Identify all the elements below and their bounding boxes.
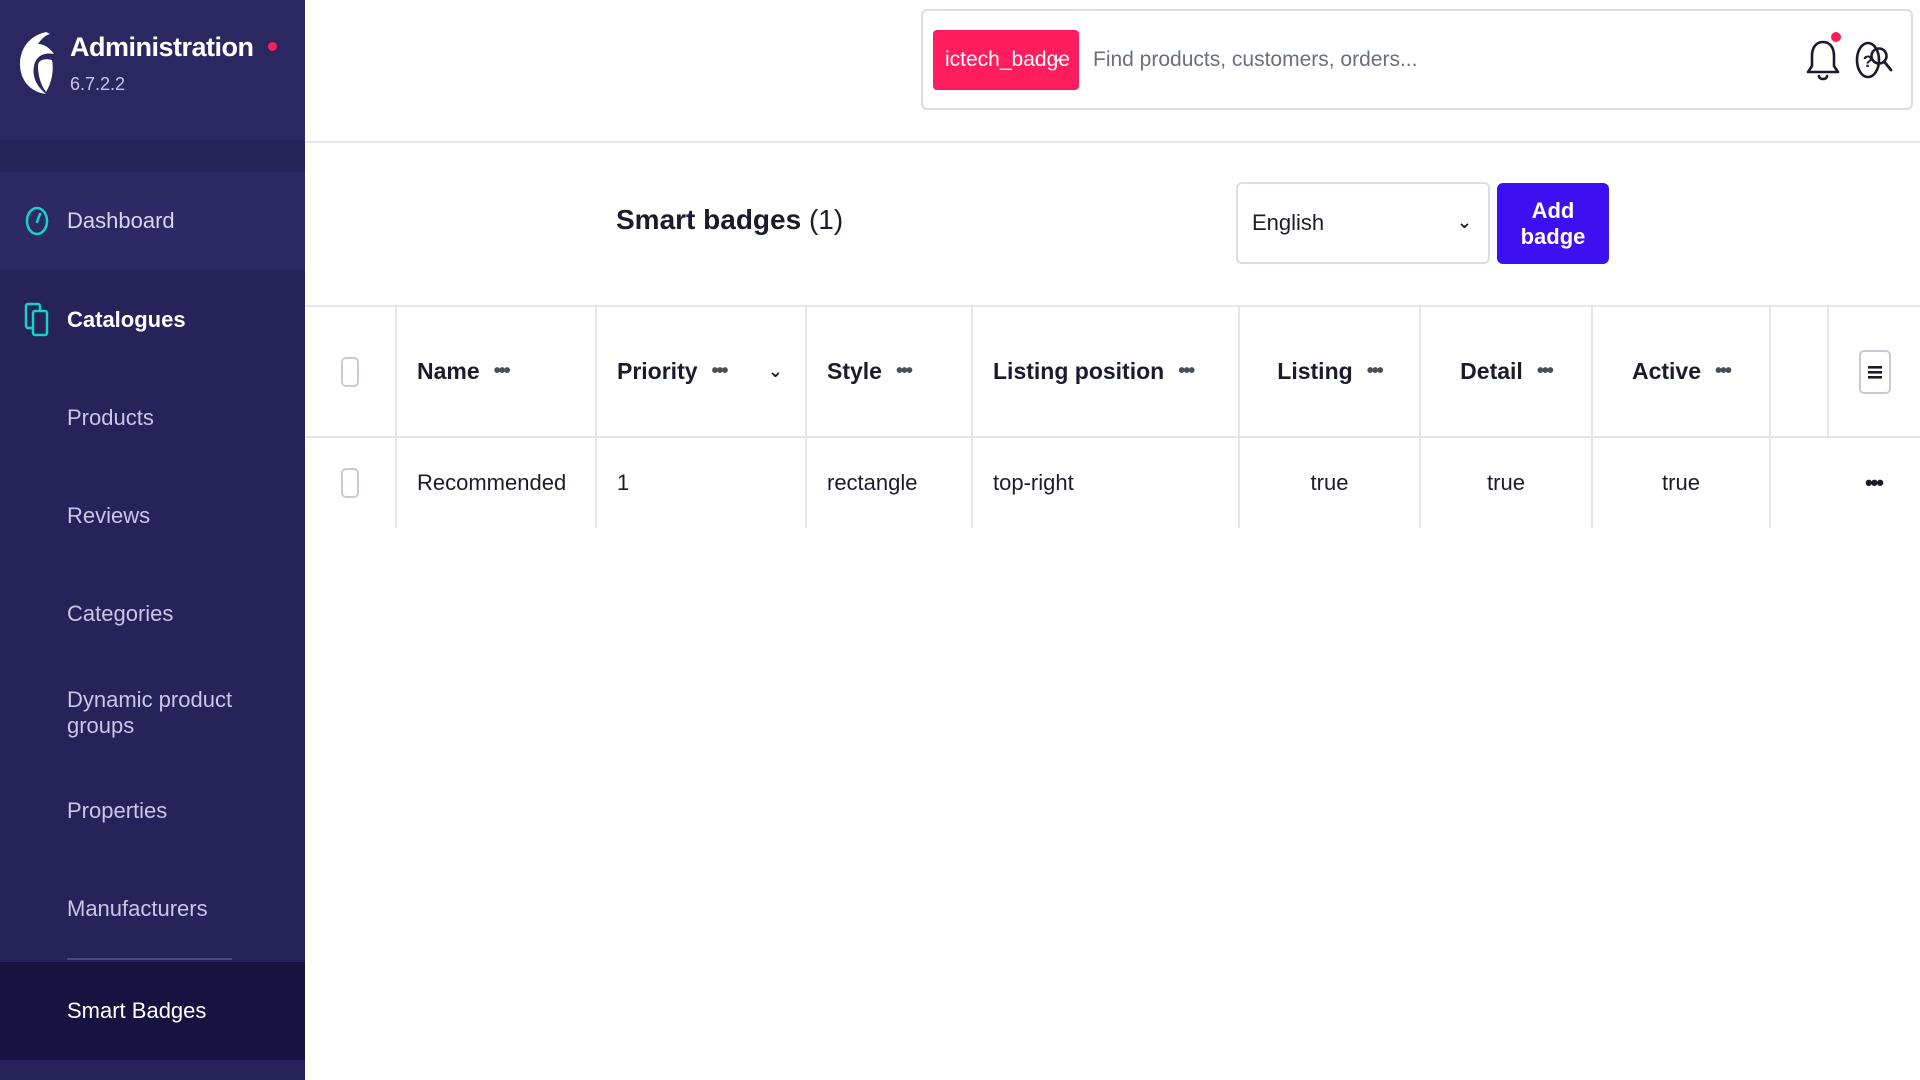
- column-header-listing[interactable]: Listing •••: [1238, 307, 1419, 436]
- search-input[interactable]: [1093, 31, 1853, 89]
- sidebar-item-label: Manufacturers: [67, 896, 208, 921]
- sidebar-item-dynamic-product-groups[interactable]: Dynamic product groups: [0, 664, 305, 762]
- sidebar-item-label: Categories: [67, 601, 174, 626]
- column-options-icon[interactable]: •••: [1367, 360, 1384, 383]
- sidebar-item-catalogues[interactable]: Catalogues: [0, 271, 305, 369]
- sidebar-item-label: Reviews: [67, 503, 151, 528]
- app-version: 6.7.2.2: [70, 74, 126, 94]
- sidebar-item-categories[interactable]: Categories: [0, 565, 305, 663]
- column-header-priority[interactable]: Priority ••• ⌄: [595, 307, 805, 436]
- language-select-value: English: [1252, 210, 1325, 235]
- cell-active: true: [1591, 438, 1769, 528]
- table-header: Name ••• Priority ••• ⌄ Style ••• Listin…: [305, 305, 1920, 438]
- app-title: Administration: [70, 32, 254, 62]
- column-header-label: Style: [827, 358, 882, 384]
- chevron-down-icon: ⌄: [1050, 49, 1063, 66]
- catalogue-icon: [22, 302, 52, 337]
- global-search: ictech_badge ⌄: [921, 9, 1913, 110]
- cell-priority: 1: [595, 438, 805, 528]
- cell-listing-position: top-right: [971, 438, 1238, 528]
- column-header-listing-position[interactable]: Listing position •••: [971, 307, 1238, 436]
- sidebar-divider: [67, 958, 232, 960]
- cell-value: true: [1487, 470, 1525, 495]
- status-dot: [268, 42, 277, 51]
- sidebar-item-label: Dashboard: [67, 208, 175, 233]
- sidebar: Administration 6.7.2.2 Dashboard Catalog…: [0, 0, 305, 1080]
- cell-value[interactable]: Recommended: [417, 470, 566, 496]
- column-header-label: Name: [417, 358, 480, 384]
- sidebar-header: Administration 6.7.2.2: [0, 0, 305, 140]
- row-select-cell: [305, 438, 395, 528]
- shopware-logo-icon: [20, 32, 54, 94]
- sidebar-item-label: Dynamic product groups: [67, 687, 233, 738]
- spacer-cell: [1769, 307, 1827, 436]
- page-title: Smart badges (1): [616, 204, 843, 236]
- column-options-icon[interactable]: •••: [896, 360, 913, 383]
- column-options-icon[interactable]: •••: [494, 360, 511, 383]
- cell-value: 1: [617, 470, 630, 495]
- notification-badge: [1831, 32, 1841, 42]
- column-header-style[interactable]: Style •••: [805, 307, 971, 436]
- sidebar-item-label: Smart Badges: [67, 998, 207, 1023]
- cell-style: rectangle: [805, 438, 971, 528]
- select-all-cell: [305, 307, 395, 436]
- column-header-label: Detail: [1460, 358, 1523, 384]
- language-select[interactable]: English ⌄: [1236, 182, 1490, 264]
- sort-descending-icon[interactable]: ⌄: [768, 361, 783, 382]
- column-header-label: Listing: [1277, 358, 1353, 384]
- top-bar: ictech_badge ⌄ ?: [305, 0, 1920, 143]
- help-icon[interactable]: ?: [1854, 40, 1882, 80]
- column-header-label: Active: [1631, 358, 1702, 384]
- column-header-label: Listing position: [993, 358, 1165, 384]
- gauge-icon: [22, 204, 52, 238]
- column-options-icon[interactable]: •••: [712, 360, 729, 383]
- sidebar-item-products[interactable]: Products: [0, 369, 305, 467]
- sidebar-item-reviews[interactable]: Reviews: [0, 467, 305, 565]
- sidebar-item-label: Catalogues: [67, 307, 186, 332]
- column-options-icon[interactable]: •••: [1537, 360, 1554, 383]
- sidebar-item-label: Products: [67, 405, 154, 430]
- table-row[interactable]: Recommended 1 rectangle top-right true t…: [305, 438, 1920, 528]
- sidebar-item-smart-badges[interactable]: Smart Badges: [0, 962, 305, 1060]
- menu-lines-icon: [1867, 365, 1882, 379]
- cell-detail: true: [1419, 438, 1591, 528]
- cell-name[interactable]: Recommended: [395, 438, 595, 528]
- sidebar-item-properties[interactable]: Properties: [0, 762, 305, 860]
- column-header-label: Priority: [617, 358, 698, 384]
- column-options-icon[interactable]: •••: [1178, 360, 1195, 383]
- column-settings-cell: [1827, 307, 1920, 436]
- row-actions-icon[interactable]: •••: [1865, 470, 1884, 496]
- column-header-active[interactable]: Active •••: [1591, 307, 1769, 436]
- column-options-icon[interactable]: •••: [1715, 360, 1732, 383]
- select-all-checkbox[interactable]: [341, 356, 359, 387]
- bell-icon[interactable]: [1805, 36, 1841, 84]
- page-title-count: (1): [808, 204, 844, 235]
- column-settings-button[interactable]: [1858, 349, 1891, 394]
- page-title-text: Smart badges: [616, 204, 802, 235]
- svg-text:?: ?: [1863, 52, 1873, 71]
- add-badge-button[interactable]: Add badge: [1497, 183, 1609, 264]
- chevron-down-icon: ⌄: [1456, 212, 1472, 232]
- row-checkbox[interactable]: [341, 468, 359, 498]
- sidebar-item-dashboard[interactable]: Dashboard: [0, 172, 305, 270]
- cell-value: true: [1662, 470, 1700, 495]
- search-type-select[interactable]: ictech_badge ⌄: [933, 30, 1079, 90]
- cell-value: rectangle: [827, 470, 918, 495]
- cell-listing: true: [1238, 438, 1419, 528]
- spacer-cell: [1769, 438, 1827, 528]
- sidebar-item-label: Properties: [67, 798, 168, 823]
- row-actions-cell: •••: [1827, 438, 1920, 528]
- sidebar-item-manufacturers[interactable]: Manufacturers: [0, 860, 305, 958]
- cell-value: top-right: [993, 470, 1074, 495]
- cell-value: true: [1310, 470, 1349, 495]
- column-header-name[interactable]: Name •••: [395, 307, 595, 436]
- column-header-detail[interactable]: Detail •••: [1419, 307, 1591, 436]
